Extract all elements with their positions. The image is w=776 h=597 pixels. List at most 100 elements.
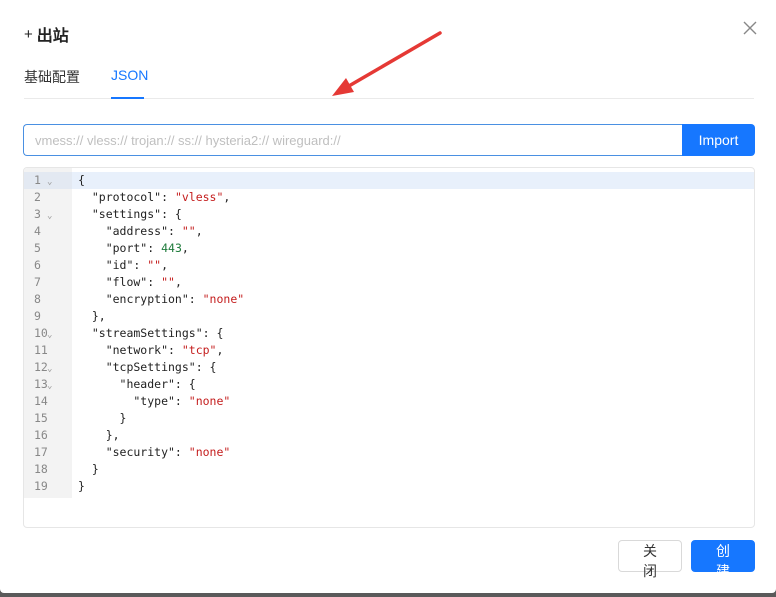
- line-number-text: 3: [34, 207, 41, 221]
- code-key: "settings": {: [78, 207, 182, 221]
- code-line[interactable]: {: [72, 172, 754, 189]
- share-link-input[interactable]: [23, 124, 682, 156]
- line-number: 12 ⌄: [24, 359, 72, 376]
- outbound-dialog: + 出站 基础配置 JSON Import 1⌄2 3⌄4 5 6 7 8 9 10⌄11 12…: [0, 0, 776, 593]
- line-number-text: 9: [34, 309, 41, 323]
- code-value: "": [181, 224, 196, 238]
- line-number-text: 14: [34, 394, 48, 408]
- code-key: }: [78, 462, 99, 476]
- import-row: Import: [23, 124, 755, 156]
- code-key: "header": {: [78, 377, 196, 391]
- code-line[interactable]: "settings": {: [72, 206, 754, 223]
- code-line[interactable]: },: [72, 308, 754, 325]
- active-tab-indicator: [111, 97, 144, 99]
- line-number-text: 1: [34, 173, 41, 187]
- tab-bar: 基础配置 JSON: [24, 60, 754, 99]
- plus-icon: +: [24, 25, 33, 43]
- line-number-text: 15: [34, 411, 48, 425]
- code-value: 443: [161, 241, 182, 255]
- code-line[interactable]: }: [72, 410, 754, 427]
- code-line[interactable]: "tcpSettings": {: [72, 359, 754, 376]
- create-button[interactable]: 创建: [691, 540, 755, 579]
- code-punct: ,: [181, 241, 189, 255]
- code-key: "address":: [78, 224, 182, 238]
- line-number-text: 17: [34, 445, 48, 459]
- code-value: {: [78, 173, 85, 187]
- line-number-text: 10: [34, 326, 48, 340]
- code-key: "network":: [78, 343, 182, 357]
- code-value: "": [147, 258, 162, 272]
- code-value: "tcp": [181, 343, 217, 357]
- code-key: "encryption":: [78, 292, 203, 306]
- code-key: },: [78, 309, 106, 323]
- code-key: "type":: [78, 394, 189, 408]
- code-line[interactable]: "port": 443,: [72, 240, 754, 257]
- line-number: 1 ⌄: [24, 172, 72, 189]
- line-number-text: 12: [34, 360, 48, 374]
- line-number: 2: [24, 189, 72, 206]
- close-button[interactable]: 关闭: [618, 540, 682, 579]
- import-button[interactable]: Import: [682, 124, 755, 156]
- line-number: 19: [24, 478, 72, 495]
- code-key: }: [78, 479, 85, 493]
- code-line[interactable]: "address": "",: [72, 223, 754, 240]
- code-line[interactable]: }: [72, 478, 754, 495]
- line-number-text: 5: [34, 241, 41, 255]
- code-line[interactable]: "header": {: [72, 376, 754, 393]
- code-key: "flow":: [78, 275, 162, 289]
- code-line[interactable]: "type": "none": [72, 393, 754, 410]
- code-key: "protocol":: [78, 190, 175, 204]
- code-key: }: [78, 411, 127, 425]
- line-number-gutter: 1 ⌄ 2 3 ⌄ 4 5 6 7 8 9 10 ⌄ 11 12 ⌄ 13 ⌄ 14 15 16 17 18 19: [24, 168, 72, 498]
- line-number: 14: [24, 393, 72, 410]
- code-punct: ,: [174, 275, 182, 289]
- line-number-text: 6: [34, 258, 41, 272]
- line-number: 3 ⌄: [24, 206, 72, 223]
- line-number-text: 13: [34, 377, 48, 391]
- code-area[interactable]: { "protocol": "vless", "settings": { "ad…: [72, 172, 754, 495]
- line-number: 8: [24, 291, 72, 308]
- line-number-text: 18: [34, 462, 48, 476]
- line-number: 9: [24, 308, 72, 325]
- line-number: 13 ⌄: [24, 376, 72, 393]
- code-line[interactable]: "protocol": "vless",: [72, 189, 754, 206]
- code-key: },: [78, 428, 120, 442]
- code-punct: ,: [195, 224, 203, 238]
- line-number: 4: [24, 223, 72, 240]
- code-punct: ,: [216, 343, 224, 357]
- line-number-text: 11: [34, 343, 48, 357]
- line-number-text: 19: [34, 479, 48, 493]
- code-key: "security":: [78, 445, 189, 459]
- code-key: "tcpSettings": {: [78, 360, 217, 374]
- line-number: 7: [24, 274, 72, 291]
- code-value: "none": [202, 292, 245, 306]
- line-number: 17: [24, 444, 72, 461]
- code-line[interactable]: "security": "none": [72, 444, 754, 461]
- code-key: "id":: [78, 258, 148, 272]
- code-line[interactable]: "streamSettings": {: [72, 325, 754, 342]
- line-number: 11: [24, 342, 72, 359]
- code-line[interactable]: "network": "tcp",: [72, 342, 754, 359]
- line-number: 10 ⌄: [24, 325, 72, 342]
- dialog-title-text: 出站: [36, 28, 69, 45]
- json-editor[interactable]: 1 ⌄ 2 3 ⌄ 4 5 6 7 8 9 10 ⌄ 11 12 ⌄ 13 ⌄ 14 15 16 17 18 19 { "pr…: [23, 167, 755, 528]
- code-line[interactable]: }: [72, 461, 754, 478]
- code-line[interactable]: "id": "",: [72, 257, 754, 274]
- close-icon[interactable]: [741, 19, 759, 37]
- line-number: 6: [24, 257, 72, 274]
- tab-json[interactable]: JSON: [111, 67, 148, 97]
- code-value: "": [161, 275, 175, 289]
- code-value: "none": [188, 394, 231, 408]
- dialog-footer: 关闭 创建: [618, 540, 755, 579]
- line-number-text: 16: [34, 428, 48, 442]
- tab-basic-config[interactable]: 基础配置: [24, 67, 80, 97]
- code-punct: ,: [161, 258, 169, 272]
- line-number: 18: [24, 461, 72, 478]
- code-line[interactable]: "flow": "",: [72, 274, 754, 291]
- code-value: "vless": [174, 190, 224, 204]
- code-line[interactable]: },: [72, 427, 754, 444]
- code-line[interactable]: "encryption": "none": [72, 291, 754, 308]
- line-number: 15: [24, 410, 72, 427]
- code-punct: ,: [223, 190, 231, 204]
- line-number-text: 8: [34, 292, 41, 306]
